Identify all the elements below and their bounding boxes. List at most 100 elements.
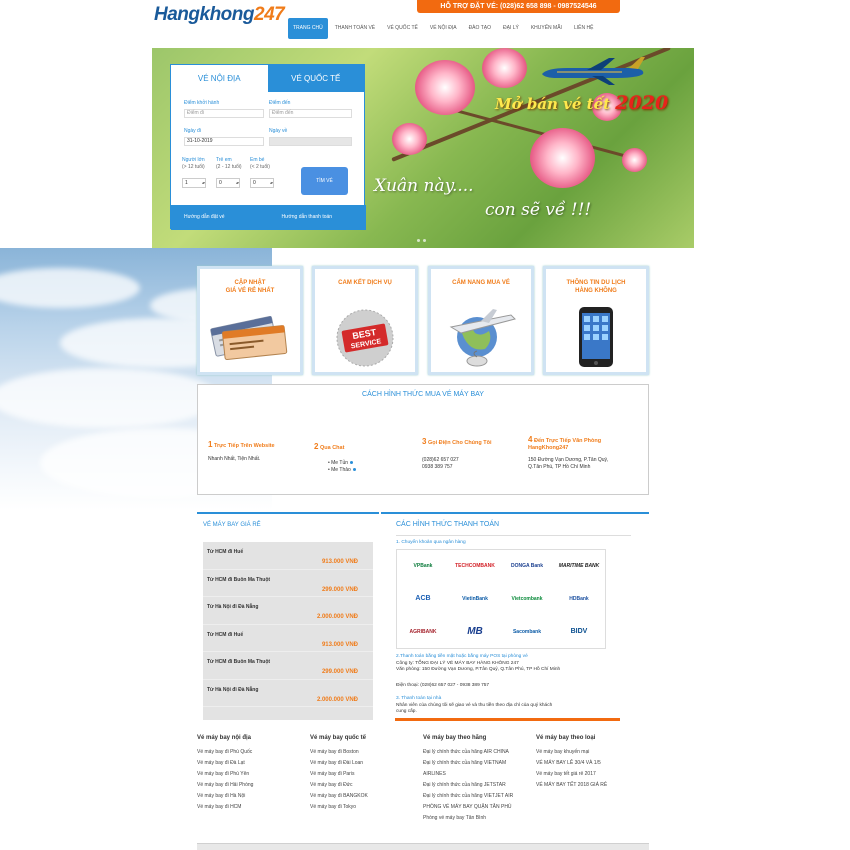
from-label: Điểm khởi hành [184,100,220,106]
footer-link[interactable]: Phòng vé máy bay Tân Bình [423,813,535,824]
footer-link[interactable]: Vé máy bay đi BANGKOK [310,791,420,802]
infant-select[interactable]: 0 [250,178,274,188]
depart-label: Ngày đi [184,128,201,134]
nav-item-agency[interactable]: Đại lý [498,18,524,39]
payment-methods-section: CÁC HÌNH THỨC THANH TOÁN 1. Chuyển khoản… [381,512,649,719]
tab-international[interactable]: Vé quốc tế [267,65,364,92]
office-address-2: Q.Tân Phú, TP Hồ Chí Minh [528,464,591,470]
adult-select[interactable]: 1 [182,178,206,188]
list-item[interactable]: Từ HCM đi Huế 913.000 VNĐ [203,542,373,570]
list-item[interactable]: Từ HCM đi Huế 913.000 VNĐ [203,625,373,652]
nav-item-promotions[interactable]: Khuyến mãi [526,18,567,39]
return-date-input[interactable] [269,137,352,146]
chat-status-icon [350,461,354,465]
bank-logo: TECHCOMBANK [455,563,495,570]
to-label: Điểm đến [269,100,291,106]
banner-headline: Mở bán vé tết 2020 [495,92,668,114]
bank-logo: VPBank [413,563,433,570]
chat-contact-2[interactable]: Me Thảo [331,467,351,473]
tab-domestic[interactable]: Vé nội địa [171,65,268,92]
route-price: 299.000 VNĐ [321,669,358,675]
globe-plane-icon [449,309,516,367]
footer-link[interactable]: Đại lý chính thức của hãng AIR CHINA [423,747,535,758]
route-price: 299.000 VNĐ [321,586,358,593]
slider-dots[interactable] [417,239,426,242]
footer-link[interactable]: Vé máy bay tết giá rẻ 2017 [536,769,646,780]
route-price: 2.000.000 VNĐ [316,614,358,620]
footer-link[interactable]: Đại lý chính thức của hãng VIETJET AIR [423,791,535,802]
footer-link[interactable]: Vé máy bay đi Hải Phòng [197,780,307,791]
feature-subtitle: hàng không [575,288,617,294]
bank-logo: BIDV [570,628,588,636]
feature-title: Thông tin du lịch [566,280,626,286]
footer-link[interactable]: VÉ MÁY BAY LỄ 30/4 VÀ 1/5 [536,758,646,769]
search-tickets-button[interactable]: TÌM VÉ [301,167,348,195]
child-select[interactable]: 0 [216,178,240,188]
footer-link[interactable]: AIRLINES [423,769,535,780]
step-title: Trực Tiếp Trên Website [213,443,275,449]
booking-guide-link[interactable]: Hướng dẫn đặt vé [171,205,269,230]
airplane-icon [542,57,645,85]
horizontal-scrollbar[interactable] [197,843,649,850]
nav-item-international[interactable]: Vé quốc tế [382,18,423,39]
to-input[interactable]: Điểm đến [269,109,352,118]
feature-aviation-travel-info[interactable]: Thông tin du lịch hàng không [543,266,649,375]
smartphone-icon [579,307,613,367]
footer-heading: Vé máy bay theo hãng [423,735,487,741]
step-title: Qua Chat [319,445,345,451]
footer-link[interactable]: VÉ MÁY BAY TẾT 2018 GIÁ RẺ [536,780,646,791]
footer-link[interactable]: Vé máy bay đi Tokyo [310,802,420,813]
hotline-bar[interactable]: HỖ TRỢ ĐẶT VÉ: (028)62 658 898 - 0987524… [417,0,620,13]
banner-line-1: Xuân này.... [374,176,474,196]
adult-label: Người lớn (> 12 tuổi) [182,157,205,171]
list-item[interactable]: Từ Hà Nội đi Đà Nẵng 2.000.000 VNĐ [203,680,373,707]
footer-link[interactable]: Vé máy bay đi Paris [310,769,420,780]
feature-buying-guide[interactable]: Cẩm nang mua vé [428,266,534,375]
footer-link[interactable]: Vé máy bay đi Đài Loan [310,758,420,769]
bank-logo: DONGA Bank [510,563,544,570]
list-item[interactable]: Từ HCM đi Buôn Ma Thuột 299.000 VNĐ [203,652,373,680]
from-input[interactable]: Điểm đi [184,109,264,118]
banner-headline-text: Mở bán vé tết [495,95,611,113]
banner-line-2: con sẽ về !!! [485,200,592,220]
nav-item-training[interactable]: Đào tạo [464,18,496,39]
feature-service-commitment[interactable]: Cam kết dịch vụ BEST SERVICE [312,266,418,375]
site-logo[interactable]: Hangkhong247 [154,4,285,26]
payment-guide-link[interactable]: Hướng dẫn thanh toán [269,205,367,230]
footer-link[interactable]: Vé máy bay khuyến mại [536,747,646,758]
footer-link[interactable]: Vé máy bay đi Boston [310,747,420,758]
nav-item-home[interactable]: Trang chủ [288,18,328,39]
nav-item-contact[interactable]: Liên hệ [569,18,598,39]
feature-title: Cập nhật [234,280,266,286]
route-name: Từ HCM đi Buôn Ma Thuột [207,659,271,665]
payment-methods-title: CÁC HÌNH THỨC THANH TOÁN [396,521,500,528]
chat-status-icon [352,468,356,472]
bank-logo: MARITIME BANK [558,563,600,570]
child-label: Trẻ em (2 - 12 tuổi) [216,157,242,171]
nav-item-payment[interactable]: Thanh toán vé [330,18,380,39]
feature-cheapest-fares[interactable]: Cập nhật giá vé rẻ nhất [197,266,303,375]
cheap-tickets-section: VÉ MÁY BAY GIÁ RẺ Từ HCM đi Huế 913.000 V… [197,512,379,720]
footer-link[interactable]: Vé máy bay đi Phú Quốc [197,747,307,758]
method-chat: 2 Qua Chat • Me Tủn • Me Thảo [314,443,356,474]
route-price: 913.000 VNĐ [321,559,358,565]
list-item[interactable]: Từ HCM đi Buôn Ma Thuột 299.000 VNĐ [203,570,373,597]
route-price: 913.000 VNĐ [321,641,358,648]
route-name: Từ HCM đi Buôn Ma Thuột [207,576,271,583]
banner-year: 2020 [615,92,669,114]
chat-contact-1[interactable]: Me Tủn [331,460,348,466]
nav-item-domestic[interactable]: Vé nội địa [425,18,462,39]
depart-date-input[interactable]: 31-10-2019 [184,137,264,146]
footer-link[interactable]: Vé máy bay đi Đức [310,780,420,791]
footer-link[interactable]: Vé máy bay đi Đà Lạt [197,758,307,769]
step-number: 2 [314,442,319,451]
footer-link[interactable]: Vé máy bay đi Hà Nội [197,791,307,802]
footer-link[interactable]: Đại lý chính thức của hãng VIETNAM [423,758,535,769]
step-number: 4 [528,435,533,444]
footer-link[interactable]: Đại lý chính thức của hãng JETSTAR [423,780,535,791]
list-item[interactable]: Từ Hà Nội đi Đà Nẵng 2.000.000 VNĐ [203,597,373,625]
footer-link[interactable]: PHÒNG VÉ MÁY BAY QUẬN TÂN PHÚ [423,802,535,813]
footer-link[interactable]: Vé máy bay đi Phú Yên [197,769,307,780]
footer-link[interactable]: Vé máy bay đi HCM [197,802,307,813]
phone-line-2: 0938 389 757 [422,464,453,470]
